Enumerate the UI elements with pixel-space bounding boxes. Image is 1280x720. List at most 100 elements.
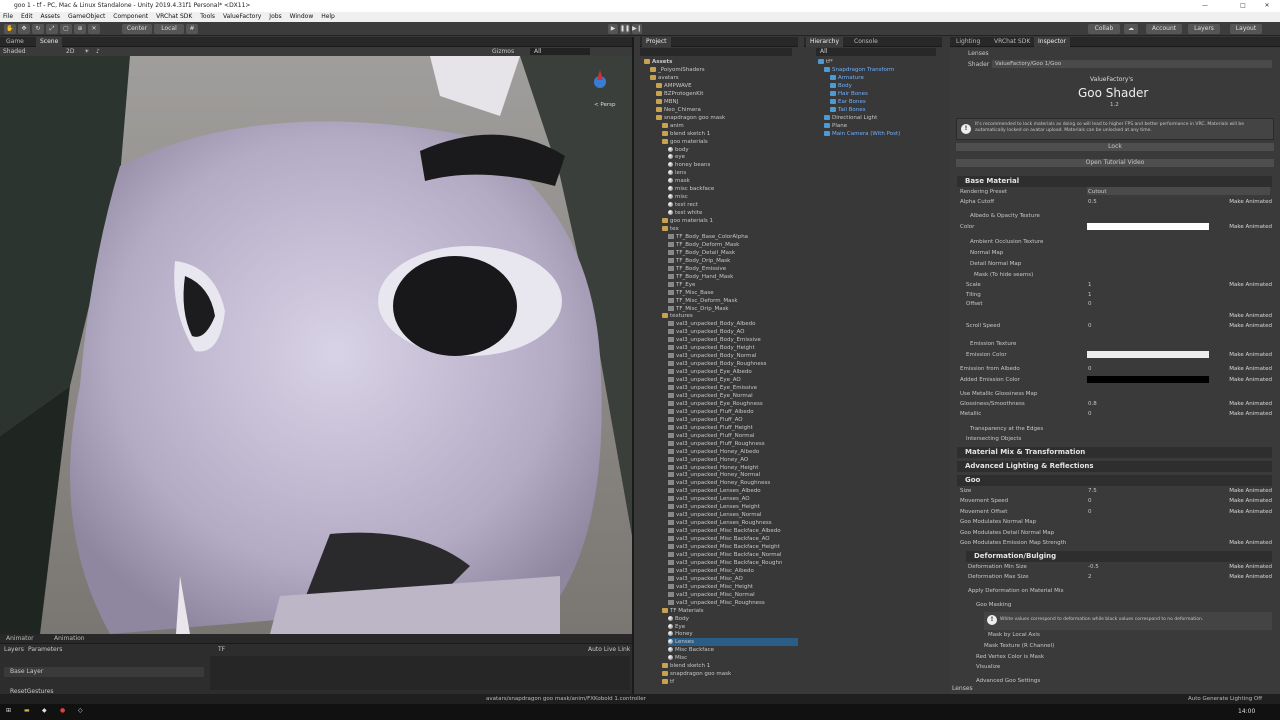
project-item[interactable]: val3_unpacked_Misc_Height xyxy=(668,583,753,591)
project-item[interactable]: val3_unpacked_Body_Roughness xyxy=(668,360,767,368)
hierarchy-item[interactable]: Tail Bones xyxy=(830,106,866,114)
inspector-row[interactable]: Goo Modulates Normal Map xyxy=(960,518,1272,527)
project-item[interactable]: val3_unpacked_Fluff_AO xyxy=(668,416,743,424)
project-item[interactable]: TF_Misc_Drip_Mask xyxy=(668,305,729,313)
project-item[interactable]: val3_unpacked_Honey_Roughness xyxy=(668,479,770,487)
inspector-row-value[interactable]: 0 xyxy=(1088,300,1092,309)
project-item[interactable]: TF_Body_Emissive xyxy=(668,265,726,273)
inspector-row[interactable]: Tiling 1 xyxy=(966,291,1272,300)
section-material-mix[interactable]: Material Mix & Transformation xyxy=(957,447,1272,458)
project-item[interactable]: val3_unpacked_Fluff_Normal xyxy=(668,432,755,440)
make-animated-button[interactable]: Make Animated xyxy=(1222,312,1272,321)
hierarchy-item[interactable]: Ear Bones xyxy=(830,98,866,106)
menu-assets[interactable]: Assets xyxy=(41,13,61,20)
menu-window[interactable]: Window xyxy=(290,13,314,20)
make-animated-button[interactable]: Make Animated xyxy=(1222,410,1272,419)
inspector-row[interactable]: Emission Texture xyxy=(970,340,1272,349)
rotate-tool-icon[interactable]: ↻ xyxy=(32,24,44,34)
project-item[interactable]: val3_unpacked_Lenses_Height xyxy=(668,503,760,511)
inspector-row[interactable]: Scale 1 Make Animated xyxy=(966,281,1272,290)
hierarchy-item[interactable]: Plane xyxy=(824,122,847,130)
project-item[interactable]: eye xyxy=(668,153,685,161)
project-item[interactable]: MBNJ xyxy=(656,98,678,106)
project-item[interactable]: Honey xyxy=(668,630,693,638)
lock-button[interactable]: Lock xyxy=(956,143,1274,151)
menu-gameobject[interactable]: GameObject xyxy=(68,13,105,20)
project-item[interactable]: snapdragon goo mask xyxy=(656,114,725,122)
inspector-row-value[interactable]: 0 xyxy=(1088,410,1092,419)
inspector-row-value[interactable]: 0 xyxy=(1088,322,1092,331)
parameters-tab[interactable]: Parameters xyxy=(28,646,62,653)
scale-tool-icon[interactable]: ⤢ xyxy=(46,24,58,34)
section-goo[interactable]: Goo xyxy=(957,475,1272,486)
project-item[interactable]: mask xyxy=(668,177,690,185)
project-item[interactable]: val3_unpacked_Fluff_Roughness xyxy=(668,440,765,448)
grid-snap-icon[interactable]: # xyxy=(186,24,198,34)
app-icon[interactable]: ◆ xyxy=(42,707,47,714)
tab-animator[interactable]: Animator xyxy=(2,634,38,644)
pause-icon[interactable]: ❚❚ xyxy=(620,24,630,34)
make-animated-button[interactable]: Make Animated xyxy=(1222,487,1272,496)
pivot-local-button[interactable]: Local xyxy=(154,24,184,34)
project-item[interactable]: TF_Body_Deform_Mask xyxy=(668,241,739,249)
inspector-row[interactable]: Mask (To hide seams) xyxy=(974,271,1272,280)
project-item[interactable]: TF_Body_Detail_Mask xyxy=(668,249,735,257)
start-icon[interactable]: ⊞ xyxy=(6,707,11,714)
inspector-row[interactable]: Use Metallic Glossiness Map xyxy=(960,390,1272,399)
project-item[interactable]: _PoiyomiShaders xyxy=(650,66,705,74)
make-animated-button[interactable]: Make Animated xyxy=(1222,281,1272,290)
scene-search-input[interactable]: All xyxy=(530,48,590,55)
tutorial-button[interactable]: Open Tutorial Video xyxy=(956,159,1274,167)
project-item[interactable]: val3_unpacked_Lenses_Normal xyxy=(668,511,761,519)
make-animated-button[interactable]: Make Animated xyxy=(1222,223,1272,232)
inspector-row[interactable]: Albedo & Opacity Texture xyxy=(970,212,1272,221)
project-item[interactable]: val3_unpacked_Eye_Normal xyxy=(668,392,753,400)
inspector-row-value[interactable]: 0 xyxy=(1088,497,1092,506)
project-item[interactable]: val3_unpacked_Body_Albedo xyxy=(668,320,756,328)
project-item[interactable]: TF_Eye xyxy=(668,281,695,289)
project-item[interactable]: val3_unpacked_Honey_Height xyxy=(668,464,758,472)
rect-tool-icon[interactable]: ▢ xyxy=(60,24,72,34)
project-item[interactable]: val3_unpacked_Eye_AO xyxy=(668,376,741,384)
menu-valuefactory[interactable]: ValueFactory xyxy=(223,13,261,20)
hierarchy-item[interactable]: Hair Bones xyxy=(830,90,868,98)
inspector-row-value[interactable]: 1 xyxy=(1088,291,1092,300)
project-item[interactable]: Eye xyxy=(668,623,685,631)
inspector-row[interactable]: Goo Masking xyxy=(976,601,1272,610)
project-item[interactable]: val3_unpacked_Misc_Albedo xyxy=(668,567,754,575)
inspector-row[interactable]: Movement Speed 0 Make Animated xyxy=(960,497,1272,506)
inspector-row-value[interactable]: 0 xyxy=(1088,508,1092,517)
inspector-row-value[interactable]: 1 xyxy=(1088,281,1092,290)
project-item[interactable]: avatars xyxy=(650,74,679,82)
inspector-row-value[interactable]: 2 xyxy=(1088,573,1092,582)
menu-tools[interactable]: Tools xyxy=(200,13,215,20)
make-animated-button[interactable]: Make Animated xyxy=(1222,400,1272,409)
inspector-row[interactable]: Normal Map xyxy=(970,249,1272,258)
inspector-row[interactable]: Advanced Goo Settings xyxy=(976,677,1272,686)
section-base-material[interactable]: Base Material xyxy=(957,176,1272,187)
inspector-row[interactable]: Mask by Local Axis xyxy=(988,631,1272,640)
project-item[interactable]: BZProtogenKit xyxy=(656,90,703,98)
project-item[interactable]: TF Materials xyxy=(662,607,703,615)
project-item[interactable]: val3_unpacked_Lenses_Roughness xyxy=(668,519,772,527)
inspector-row[interactable]: Metallic 0 Make Animated xyxy=(960,410,1272,419)
inspector-row[interactable]: Deformation Max Size 2 Make Animated xyxy=(968,573,1272,582)
project-item[interactable]: TF_Body_Hand_Mask xyxy=(668,273,733,281)
menu-help[interactable]: Help xyxy=(321,13,335,20)
added-emission-swatch[interactable] xyxy=(1087,376,1209,383)
explorer-icon[interactable]: ▬ xyxy=(24,707,30,714)
inspector-row[interactable]: Ambient Occlusion Texture xyxy=(970,238,1272,247)
project-item[interactable]: Neo_Chimera xyxy=(656,106,701,114)
inspector-row[interactable]: Detail Normal Map xyxy=(970,260,1272,269)
base-layer-item[interactable]: Base Layer xyxy=(4,667,204,677)
inspector-row[interactable]: Transparency at the Edges xyxy=(970,425,1272,434)
browser-icon[interactable]: ● xyxy=(60,707,65,714)
project-item[interactable]: TF_Body_Drip_Mask xyxy=(668,257,730,265)
audio-toggle-icon[interactable]: ♪ xyxy=(96,48,100,55)
unity-icon[interactable]: ◇ xyxy=(78,707,83,714)
menu-jobs[interactable]: Jobs xyxy=(269,13,281,20)
project-item[interactable]: val3_unpacked_Misc Backface_Height xyxy=(668,543,780,551)
hierarchy-search-input[interactable]: All xyxy=(816,48,936,56)
inspector-row[interactable]: Size 7.5 Make Animated xyxy=(960,487,1272,496)
shader-dropdown[interactable]: ValueFactory/Goo 1/Goo xyxy=(992,60,1272,68)
